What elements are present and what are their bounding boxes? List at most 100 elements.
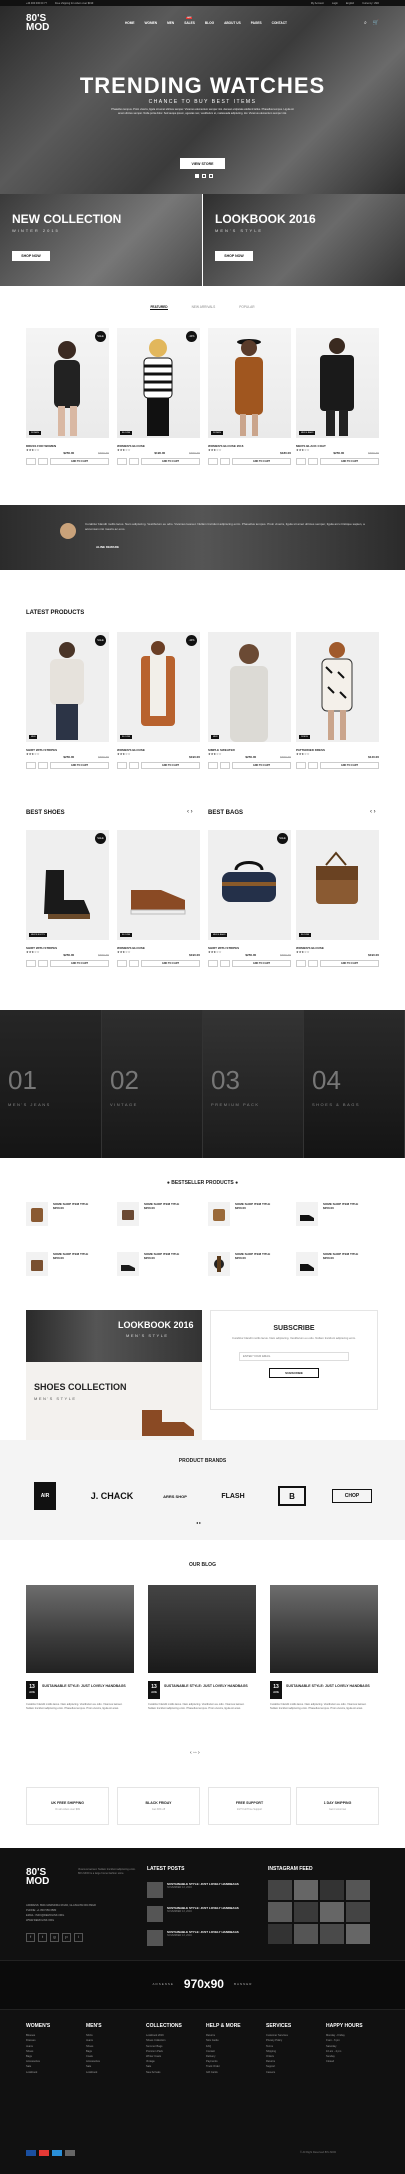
compare-button[interactable] bbox=[38, 458, 48, 465]
compare-button[interactable] bbox=[129, 762, 139, 769]
instagram-icon[interactable]: i bbox=[74, 1933, 83, 1942]
footer-post[interactable]: SUSTAINABLE STYLE: JUST LOVELY HANDBAGS N… bbox=[147, 1930, 257, 1946]
product-image[interactable]: MEN & BAGS bbox=[296, 328, 379, 438]
product-image[interactable]: SALE MEN'S BOOTS bbox=[26, 830, 109, 940]
add-to-cart-button[interactable]: ADD TO CART bbox=[232, 458, 291, 465]
product-image[interactable]: SALE MEN bbox=[26, 632, 109, 742]
ad-banner[interactable]: ADSENSE 970x90 BANNER bbox=[110, 1972, 295, 1996]
menu-contact[interactable]: CONTACT bbox=[272, 21, 287, 25]
product-card[interactable]: MEN SIMPLE SWEATER ★★★☆☆ $250.00 $300.00 A… bbox=[208, 632, 291, 769]
compare-button[interactable] bbox=[220, 960, 230, 967]
brand-logo[interactable]: AIR bbox=[34, 1482, 56, 1510]
pinterest-icon[interactable]: p bbox=[62, 1933, 71, 1942]
bestseller-item[interactable]: SOME SHOP ITEM TITLE $250.00 bbox=[117, 1252, 202, 1276]
menu-blog[interactable]: BLOG bbox=[205, 21, 214, 25]
product-image[interactable]: MEN bbox=[208, 632, 291, 742]
cart-icon[interactable]: 🛒 bbox=[373, 20, 379, 26]
footer-logo[interactable]: 80'S MOD bbox=[26, 1868, 49, 1887]
product-image[interactable]: -10% BLOUSE bbox=[117, 632, 200, 742]
menu-sales[interactable]: SALES HOT bbox=[184, 17, 195, 25]
brand-logo[interactable]: B bbox=[278, 1486, 306, 1506]
category-tile[interactable]: 04 SHOES & BAGS bbox=[304, 1010, 405, 1158]
product-image[interactable]: SALE MEN & BAGS bbox=[208, 830, 291, 940]
category-tile[interactable]: 01 MEN'S JEANS bbox=[0, 1010, 102, 1158]
product-card[interactable]: DRESS PATTERNED DRESS ★★★☆☆ $140.00 ADD T… bbox=[296, 632, 379, 769]
bestseller-thumb[interactable] bbox=[208, 1202, 230, 1226]
wishlist-button[interactable] bbox=[296, 458, 306, 465]
blog-pager[interactable]: ‹ ◦◦ › bbox=[190, 1750, 200, 1756]
product-image[interactable]: SALE WOMEN bbox=[26, 328, 109, 438]
product-card[interactable]: WOMEN WOMEN'S BLOUSE 2016 ★★★☆☆ $180.00 A… bbox=[208, 328, 291, 465]
footer-web[interactable]: WWW.DEMOLINK.ORG bbox=[26, 1918, 136, 1923]
bestseller-thumb[interactable] bbox=[117, 1252, 139, 1276]
menu-pages[interactable]: PAGES bbox=[251, 21, 262, 25]
instagram-photo[interactable] bbox=[320, 1880, 344, 1900]
slider-dots[interactable] bbox=[195, 174, 213, 178]
wishlist-button[interactable] bbox=[26, 458, 36, 465]
product-image[interactable]: BLOUSE bbox=[296, 830, 379, 940]
wishlist-button[interactable] bbox=[26, 762, 36, 769]
add-to-cart-button[interactable]: ADD TO CART bbox=[50, 762, 109, 769]
instagram-photo[interactable] bbox=[346, 1902, 370, 1922]
bestseller-item[interactable]: SOME SHOP ITEM TITLE $250.00 bbox=[208, 1252, 293, 1276]
product-card[interactable]: BLOUSE WOMEN'S BLOUSE ★★★☆☆ $190.00 ADD T… bbox=[296, 830, 379, 967]
add-to-cart-button[interactable]: ADD TO CART bbox=[320, 960, 379, 967]
footer-link[interactable]: Lookbook bbox=[86, 2070, 102, 2075]
shop-now-button[interactable]: SHOP NOW bbox=[12, 251, 50, 261]
compare-button[interactable] bbox=[38, 762, 48, 769]
instagram-photo[interactable] bbox=[346, 1880, 370, 1900]
add-to-cart-button[interactable]: ADD TO CART bbox=[320, 762, 379, 769]
view-store-button[interactable]: VIEW STORE bbox=[180, 158, 225, 169]
product-image[interactable]: BLOUSE bbox=[117, 830, 200, 940]
footer-link[interactable]: Careers bbox=[266, 2070, 291, 2075]
add-to-cart-button[interactable]: ADD TO CART bbox=[232, 960, 291, 967]
instagram-photo[interactable] bbox=[268, 1880, 292, 1900]
post-thumb[interactable] bbox=[147, 1906, 163, 1922]
bestseller-item[interactable]: SOME SHOP ITEM TITLE $250.00 bbox=[296, 1252, 381, 1276]
footer-link[interactable]: New Arrivals bbox=[146, 2070, 182, 2075]
wishlist-button[interactable] bbox=[296, 762, 306, 769]
bestseller-item[interactable]: SOME SHOP ITEM TITLE $250.00 bbox=[117, 1202, 202, 1226]
product-card[interactable]: -10% BLOUSE WOMEN'S BLOUSE ★★★☆☆ $190.00 … bbox=[117, 632, 200, 769]
wishlist-button[interactable] bbox=[208, 960, 218, 967]
footer-link[interactable]: Gift Cards bbox=[206, 2070, 241, 2075]
brand-logo[interactable]: J. CHACK bbox=[88, 1482, 136, 1510]
slider-dot[interactable] bbox=[209, 174, 213, 178]
post-title[interactable]: SUSTAINABLE STYLE: JUST LOVELY HANDBAGS bbox=[42, 1684, 132, 1689]
category-tile[interactable]: 03 PREMIUM PACK bbox=[203, 1010, 304, 1158]
lookbook-promo[interactable]: LOOKBOOK 2016 MEN'S STYLE SHOES COLLECTI… bbox=[26, 1310, 202, 1448]
add-to-cart-button[interactable]: ADD TO CART bbox=[232, 762, 291, 769]
menu-men[interactable]: MEN bbox=[167, 21, 174, 25]
compare-button[interactable] bbox=[308, 762, 318, 769]
post-title[interactable]: SUSTAINABLE STYLE: JUST LOVELY HANDBAGS bbox=[286, 1684, 376, 1689]
wishlist-button[interactable] bbox=[117, 458, 127, 465]
bestseller-item[interactable]: SOME SHOP ITEM TITLE $250.00 bbox=[208, 1202, 293, 1226]
wishlist-button[interactable] bbox=[117, 762, 127, 769]
compare-button[interactable] bbox=[129, 458, 139, 465]
instagram-photo[interactable] bbox=[294, 1902, 318, 1922]
post-thumb[interactable] bbox=[147, 1930, 163, 1946]
blog-image[interactable] bbox=[270, 1585, 378, 1673]
compare-button[interactable] bbox=[308, 458, 318, 465]
search-icon[interactable]: ⌕ bbox=[364, 20, 367, 26]
shop-now-button[interactable]: SHOP NOW bbox=[215, 251, 253, 261]
product-card[interactable]: SALE MEN'S BOOTS SHIRT WITH STRIPES ★★★☆… bbox=[26, 830, 109, 967]
banner-lookbook[interactable]: LOOKBOOK 2016 MEN'S STYLE SHOP NOW bbox=[203, 194, 405, 286]
slider-dot[interactable] bbox=[195, 174, 199, 178]
bestseller-thumb[interactable] bbox=[26, 1252, 48, 1276]
footer-post[interactable]: SUSTAINABLE STYLE: JUST LOVELY HANDBAGS N… bbox=[147, 1906, 257, 1922]
bestseller-item[interactable]: SOME SHOP ITEM TITLE $250.00 bbox=[296, 1202, 381, 1226]
product-card[interactable]: SALE MEN & BAGS SHIRT WITH STRIPES ★★★☆☆… bbox=[208, 830, 291, 967]
bestseller-item[interactable]: SOME SHOP ITEM TITLE $250.00 bbox=[26, 1202, 111, 1226]
wishlist-button[interactable] bbox=[208, 458, 218, 465]
twitter-icon[interactable]: t bbox=[38, 1933, 47, 1942]
tab-featured[interactable]: FEATURED bbox=[150, 305, 168, 310]
blog-image[interactable] bbox=[148, 1585, 256, 1673]
wishlist-button[interactable] bbox=[26, 960, 36, 967]
add-to-cart-button[interactable]: ADD TO CART bbox=[50, 458, 109, 465]
brands-pager[interactable]: ◂ ▸ bbox=[196, 1520, 201, 1525]
logo[interactable]: 80'S MOD bbox=[26, 14, 49, 33]
bestseller-thumb[interactable] bbox=[208, 1252, 230, 1276]
add-to-cart-button[interactable]: ADD TO CART bbox=[50, 960, 109, 967]
bestseller-thumb[interactable] bbox=[296, 1252, 318, 1276]
